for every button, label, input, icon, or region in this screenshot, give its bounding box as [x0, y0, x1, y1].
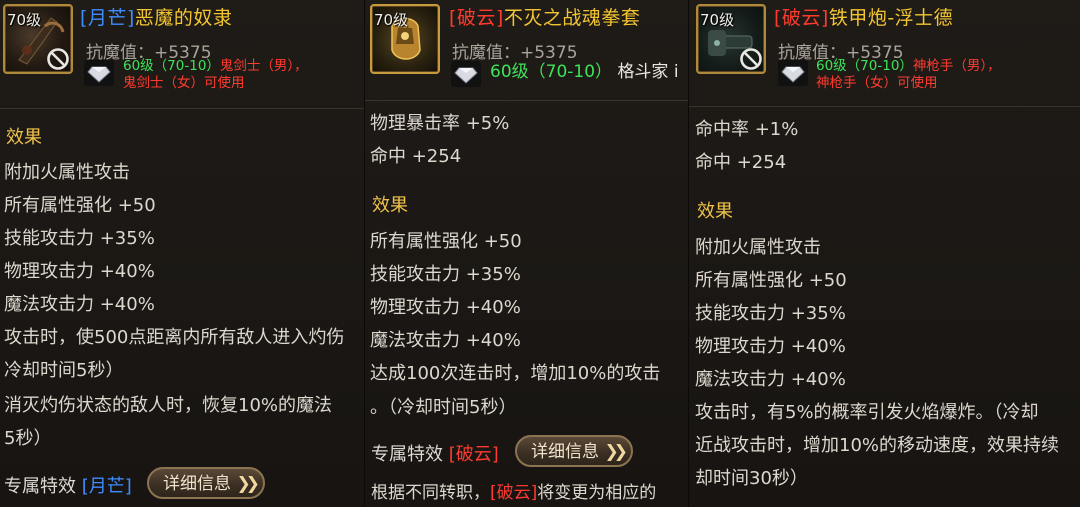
effect-line: 却时间30秒） — [695, 468, 808, 489]
effect-header: 效果 — [697, 201, 733, 222]
stat-line: 物理暴击率 +5% — [370, 113, 510, 134]
effect-line: 5秒） — [4, 428, 52, 449]
footer-prefix: 根据不同转职， — [371, 483, 490, 503]
magic-resist: 抗魔值：+5375 — [452, 43, 578, 63]
exclusive-set-tag: [破云] — [448, 444, 499, 465]
effect-line: 物理攻击力 +40% — [370, 297, 521, 318]
effect-line: 魔法攻击力 +40% — [4, 294, 155, 315]
gem-icon — [451, 61, 481, 87]
effect-line: 。（冷却时间5秒） — [370, 397, 517, 418]
footer-suffix: 将变更为相应的 — [537, 483, 657, 503]
required-class-1: 格斗家 i — [617, 62, 679, 82]
effect-line: 魔法攻击力 +40% — [370, 330, 521, 351]
effect-line: 所有属性强化 +50 — [695, 270, 847, 291]
set-tag: [月芒] — [80, 7, 135, 29]
double-chevron-right-icon: ❯❯ — [604, 442, 628, 462]
requirement-text: 60级（70-10）鬼剑士（男）， 鬼剑士（女）可使用 — [123, 58, 308, 92]
effect-line: 附加火属性攻击 — [695, 237, 821, 258]
required-class-2: 鬼剑士（女）可使用 — [123, 75, 245, 91]
stat-line: 命中 +254 — [695, 152, 787, 173]
set-tag: [破云] — [774, 7, 829, 29]
effect-line: 技能攻击力 +35% — [695, 303, 846, 324]
exclusive-label: 专属特效 — [371, 444, 443, 465]
item-title: [破云]铁甲炮-浮士德 — [774, 3, 953, 30]
effect-line: 附加火属性攻击 — [4, 162, 130, 183]
required-level: 60级（70-10） — [123, 58, 220, 74]
item-name: 铁甲炮-浮士德 — [828, 7, 954, 29]
prohibited-icon — [47, 48, 69, 70]
divider — [0, 108, 366, 109]
item-level-badge: 70级 — [7, 11, 42, 29]
effect-line: 达成100次连击时，增加10%的攻击 — [370, 363, 661, 384]
gem-icon — [778, 60, 808, 86]
effect-header: 效果 — [6, 127, 42, 148]
item-icon-undying-gauntlet[interactable]: 70级 — [370, 4, 440, 74]
gem-icon — [84, 60, 114, 86]
stat-line: 命中率 +1% — [695, 119, 799, 140]
item-name: 恶魔的奴隶 — [134, 7, 233, 29]
exclusive-effect: 专属特效 [破云] — [371, 440, 499, 466]
effect-line: 所有属性强化 +50 — [4, 195, 156, 216]
item-icon-iron-cannon[interactable]: 70级 — [696, 4, 766, 74]
item-level-badge: 70级 — [700, 11, 735, 29]
required-class-1: 神枪手（男）， — [912, 58, 1001, 74]
detail-info-label: 详细信息 — [531, 442, 599, 462]
exclusive-description: 根据不同转职，[破云]将变更为相应的 — [371, 478, 656, 503]
footer-set-tag: [破云] — [490, 483, 538, 503]
effect-line: 物理攻击力 +40% — [695, 336, 846, 357]
double-chevron-right-icon: ❯❯ — [236, 474, 260, 494]
effect-line: 所有属性强化 +50 — [370, 231, 522, 252]
effect-line: 物理攻击力 +40% — [4, 261, 155, 282]
effect-line: 技能攻击力 +35% — [370, 264, 521, 285]
requirement-text: 60级（70-10） 格斗家 i — [490, 64, 679, 81]
effect-line: 近战攻击时，增加10%的移动速度，效果持续 — [695, 435, 1060, 456]
effect-line: 攻击时，有5%的概率引发火焰爆炸。（冷却 — [695, 402, 1039, 423]
required-level: 60级（70-10） — [490, 62, 613, 82]
item-tooltip-demon-slave: 70级 [月芒]恶魔的奴隶 抗魔值：+5375 60级（70-10）鬼剑士（男）… — [0, 0, 366, 507]
stat-line: 命中 +254 — [370, 146, 462, 167]
required-class-2: 神枪手（女）可使用 — [816, 75, 938, 91]
required-level: 60级（70-10） — [816, 58, 913, 74]
exclusive-label: 专属特效 — [4, 476, 76, 497]
exclusive-set-tag: [月芒] — [81, 476, 132, 497]
detail-info-button[interactable]: 详细信息 ❯❯ — [147, 467, 265, 499]
effect-line: 技能攻击力 +35% — [4, 228, 155, 249]
requirement-text: 60级（70-10）神枪手（男）， 神枪手（女）可使用 — [816, 58, 1001, 92]
divider — [365, 100, 691, 101]
item-tooltip-undying-gauntlet: 70级 [破云]不灭之战魂拳套 抗魔值：+5375 60级（70-10） 格斗家… — [364, 0, 691, 507]
effect-line: 攻击时，使500点距离内所有敌人进入灼伤 — [4, 327, 345, 348]
item-icon-demon-slave[interactable]: 70级 — [3, 4, 73, 74]
prohibited-icon — [740, 48, 762, 70]
effect-line: 消灭灼伤状态的敌人时，恢复10%的魔法 — [4, 395, 333, 416]
effect-header: 效果 — [372, 195, 408, 216]
item-name: 不灭之战魂拳套 — [503, 7, 641, 29]
item-title: [破云]不灭之战魂拳套 — [449, 3, 640, 30]
effect-line: 冷却时间5秒） — [4, 360, 124, 381]
required-class-1: 鬼剑士（男）， — [219, 58, 308, 74]
detail-info-label: 详细信息 — [163, 474, 231, 494]
exclusive-effect: 专属特效 [月芒] — [4, 472, 132, 498]
item-title: [月芒]恶魔的奴隶 — [80, 3, 232, 30]
detail-info-button[interactable]: 详细信息 ❯❯ — [515, 435, 633, 467]
item-level-badge: 70级 — [374, 11, 409, 29]
set-tag: [破云] — [449, 7, 504, 29]
divider — [689, 106, 1080, 107]
item-tooltip-iron-cannon-faust: 70级 [破云]铁甲炮-浮士德 抗魔值：+5375 60级（70-10）神枪手（… — [688, 0, 1080, 507]
effect-line: 魔法攻击力 +40% — [695, 369, 846, 390]
